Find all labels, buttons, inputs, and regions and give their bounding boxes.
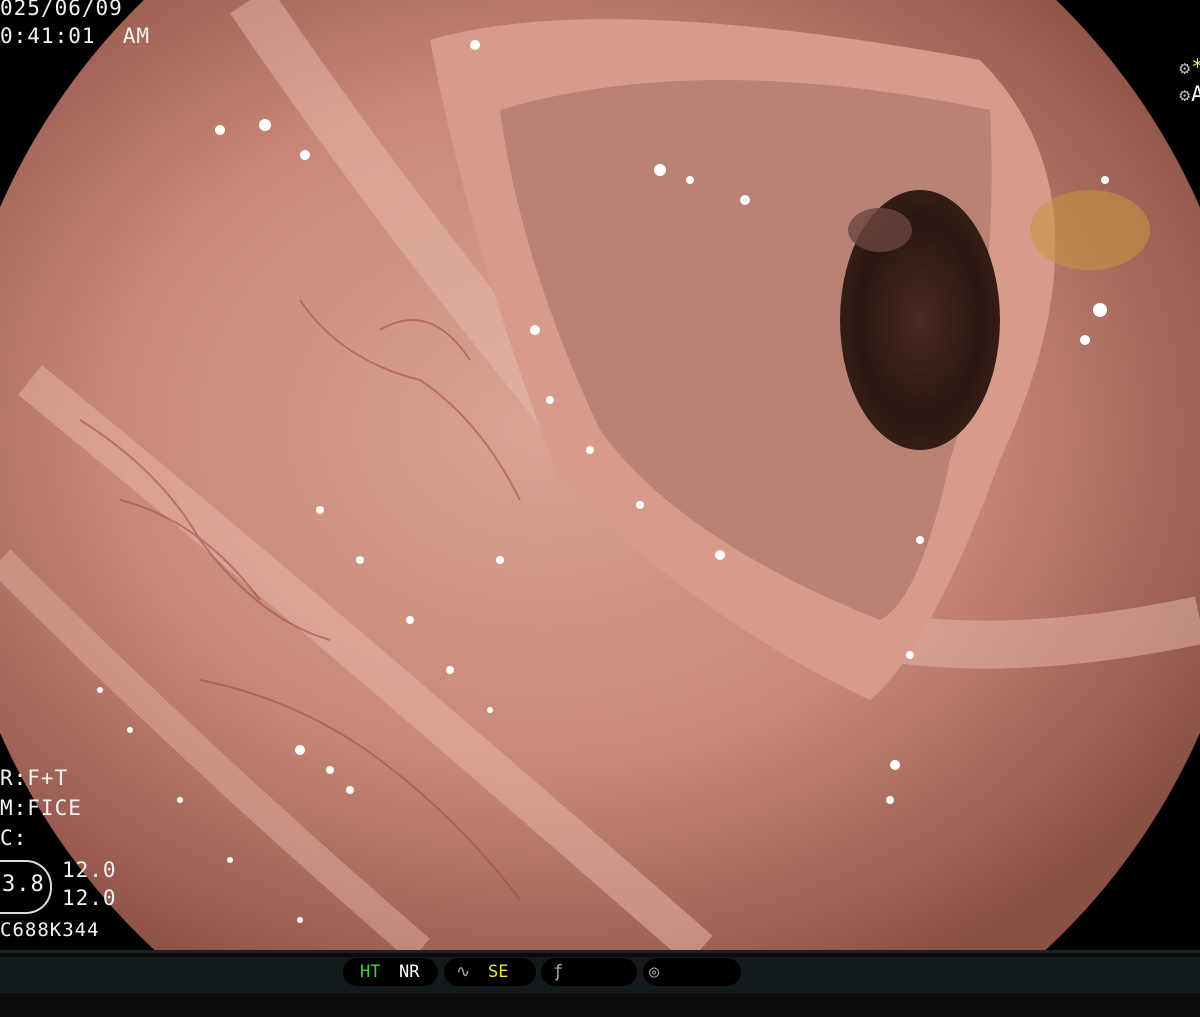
ht-label: HT	[360, 962, 381, 982]
waveform-icon: ∿	[456, 962, 471, 982]
date-label: 025/06/09	[0, 0, 123, 20]
scope-id: C688K344	[0, 919, 100, 941]
c-label: C:	[0, 826, 28, 850]
nr-label: NR	[399, 962, 420, 982]
enhance-mode-label: R:F+T	[0, 766, 69, 790]
circle-wave-indicator: ◎	[643, 958, 741, 986]
value-bottom: 12.0	[62, 886, 117, 910]
curve-indicator: ƒ	[541, 958, 637, 986]
se-label: SE	[488, 962, 509, 982]
endoscope-image	[0, 0, 1200, 950]
color-mode-label: M:FICE	[0, 796, 82, 820]
settings-icon: ⚙	[1179, 85, 1192, 106]
ht-nr-indicator: HT NR	[343, 958, 438, 986]
se-indicator: ∿ SE	[444, 958, 536, 986]
dial-value: 3.8	[2, 872, 45, 897]
time-label: 0:41:01 AM	[0, 24, 151, 48]
right-mark-bottom: ⚙AU	[1179, 82, 1200, 106]
value-top: 12.0	[62, 858, 117, 882]
curve-icon: ƒ	[553, 962, 564, 982]
circle-wave-icon: ◎	[649, 962, 660, 982]
